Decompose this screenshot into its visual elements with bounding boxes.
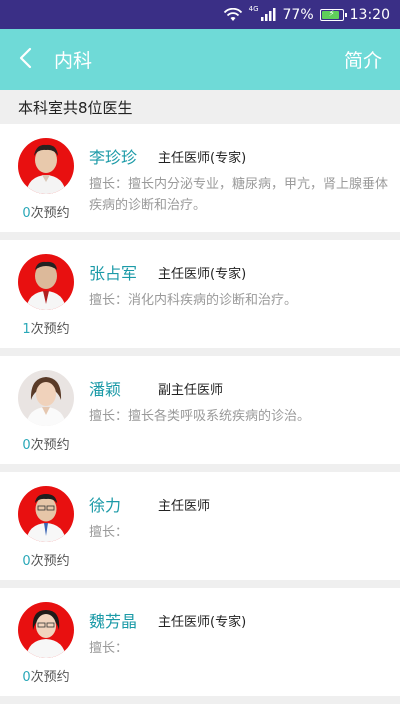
avatar — [18, 370, 74, 426]
appointment-count: 0次预约 — [22, 206, 70, 221]
appointment-count: 0次预约 — [22, 438, 70, 453]
doctor-title: 主任医师(专家) — [158, 615, 247, 630]
battery-icon: ⚡ — [319, 8, 347, 21]
doctor-card[interactable]: 0次预约 徐力 主任医师 擅长： — [0, 472, 400, 580]
avatar — [18, 602, 74, 658]
intro-button[interactable]: 简介 — [344, 29, 382, 90]
doctor-skill: 擅长：擅长内分泌专业，糖尿病，甲亢，肾上腺垂体疾病的诊断和治疗。 — [89, 177, 389, 213]
doctor-title: 副主任医师 — [158, 383, 224, 398]
chevron-left-icon — [18, 47, 32, 73]
appointment-count: 0次预约 — [22, 670, 70, 685]
wifi-icon — [223, 7, 243, 22]
doctor-name: 徐力 — [89, 496, 122, 515]
doctor-card[interactable]: 1次预约 张占军 主任医师(专家) 擅长：消化内科疾病的诊断和治疗。 — [0, 240, 400, 348]
appointment-count: 1次预约 — [22, 322, 70, 337]
app-header: 内科 简介 — [0, 29, 400, 90]
doctor-skill: 擅长： — [89, 641, 129, 656]
doctor-skill: 擅长：擅长各类呼吸系统疾病的诊治。 — [89, 409, 311, 424]
signal-icon — [260, 8, 277, 21]
doctor-name: 李珍珍 — [89, 148, 138, 167]
doctor-title: 主任医师 — [158, 499, 211, 514]
doctor-card[interactable]: 0次预约 魏芳晶 主任医师(专家) 擅长： — [0, 588, 400, 696]
doctor-skill: 擅长：消化内科疾病的诊断和治疗。 — [89, 293, 298, 308]
doctor-name: 潘颖 — [89, 380, 122, 399]
status-time: 13:20 — [349, 6, 390, 23]
doctor-name: 魏芳晶 — [89, 612, 138, 631]
doctor-title: 主任医师(专家) — [158, 151, 247, 166]
status-bar: 4G 77% ⚡ 13:20 — [0, 0, 400, 29]
appointment-count: 0次预约 — [22, 554, 70, 569]
avatar — [18, 486, 74, 542]
doctor-card[interactable]: 0次预约 李珍珍 主任医师(专家) 擅长：擅长内分泌专业，糖尿病，甲亢，肾上腺垂… — [0, 124, 400, 232]
battery-percent: 77% — [282, 6, 314, 23]
back-button[interactable] — [0, 29, 50, 90]
doctor-title: 主任医师(专家) — [158, 267, 247, 282]
avatar — [18, 254, 74, 310]
doctor-skill: 擅长： — [89, 525, 129, 540]
doctor-card[interactable]: 0次预约 潘颖 副主任医师 擅长：擅长各类呼吸系统疾病的诊治。 — [0, 356, 400, 464]
network-type: 4G — [248, 4, 259, 13]
doctor-card-partial[interactable] — [0, 704, 400, 711]
doctor-count: 本科室共8位医生 — [0, 90, 400, 124]
page-title: 内科 — [54, 50, 93, 72]
avatar — [18, 138, 74, 194]
doctor-name: 张占军 — [89, 264, 138, 283]
